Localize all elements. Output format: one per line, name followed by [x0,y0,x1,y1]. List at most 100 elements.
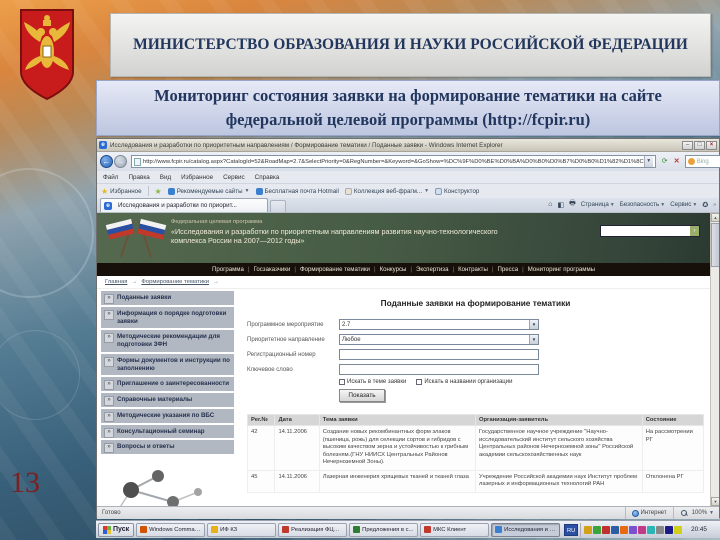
nav-konkursy[interactable]: Конкурсы [380,266,407,273]
search-placeholder[interactable]: Bing [697,159,720,165]
tray-icon[interactable] [593,526,601,534]
sidebar-item-priglashenie[interactable]: Приглашение о заинтересованности [101,377,234,391]
forward-button[interactable]: → [114,155,127,168]
checkbox-search-theme[interactable]: Искать в теме заявки [339,379,406,385]
command-safety[interactable]: Безопасность▼ [620,201,665,208]
tray-icon[interactable] [656,526,664,534]
chevron-down-icon: ▼ [424,188,429,194]
select-meropriyatie[interactable]: 2.7 ▼ [339,319,539,330]
language-indicator[interactable]: RU [564,524,578,536]
print-icon[interactable]: 🖶 [569,199,576,210]
keyword-input[interactable] [339,364,539,375]
tray-icon[interactable] [620,526,628,534]
sidebar-item-podannye-zayavki[interactable]: Поданные заявки [101,291,234,305]
sidebar-item-formy-dokumentov[interactable]: Формы документов и инструкции по заполне… [101,354,234,376]
show-button[interactable]: Показать [339,389,385,402]
new-tab-button[interactable] [270,200,286,212]
scrollbar-thumb[interactable] [711,223,719,267]
favorite-web-slices[interactable]: Коллекция веб-фрагм... ▼ [345,188,429,195]
start-button[interactable]: Пуск [98,523,134,537]
menu-favorites[interactable]: Избранное [181,174,213,181]
select-napravlenie[interactable]: Любое ▼ [339,334,539,345]
address-dropdown-arrow[interactable]: ▼ [644,156,653,167]
scroll-down-arrow[interactable]: ▼ [711,497,719,506]
favorite-hotmail[interactable]: Бесплатная почта Hotmail [256,188,339,195]
maximize-button[interactable]: □ [694,141,705,150]
taskbar-item-2[interactable]: Реализация ФЦП 4... [278,523,347,537]
tray-icon[interactable] [584,526,592,534]
nav-formirovanie-tematiki[interactable]: Формирование тематики [300,266,370,273]
checkbox-icon[interactable] [339,379,345,385]
checkbox-search-org[interactable]: Искать в названии организации [416,379,512,385]
sidebar-item-seminar[interactable]: Консультационный семинар [101,425,234,439]
address-bar[interactable]: http://www.fcpir.ru/catalog.aspx?Catalog… [131,155,656,168]
menu-edit[interactable]: Правка [128,174,149,181]
browser-title-bar[interactable]: e Исследования и разработки по приоритет… [97,139,719,152]
taskbar-item-3[interactable]: Предложения в с... [349,523,418,537]
tray-icon[interactable] [674,526,682,534]
chevron-down-icon[interactable]: ▼ [529,320,538,329]
taskbar-item-active-ie[interactable]: Исследования и р... [491,523,560,537]
tray-icon[interactable] [638,526,646,534]
add-favorite-icon[interactable]: ★ [155,187,162,196]
tray-icon[interactable] [602,526,610,534]
tab-active[interactable]: e Исследования и разработки по приорит..… [100,198,268,212]
nav-monitoring[interactable]: Мониторинг программы [528,266,595,273]
site-search-go-button[interactable]: › [690,226,699,236]
favorite-suggested-sites[interactable]: Рекомендуемые сайты ▼ [168,188,250,195]
zoom-control[interactable]: 100% ▼ [673,507,719,519]
command-bar: ⌂ ◧ 🖶 Страница▼ Безопасность▼ Сервис▼ ✪ … [548,199,716,212]
nav-ekspertiza[interactable]: Экспертиза [416,266,448,273]
tray-icon[interactable] [647,526,655,534]
bing-search-box[interactable]: Bing ▼ [685,155,720,168]
reg-number-input[interactable] [339,349,539,360]
command-tools[interactable]: Сервис▼ [670,201,697,208]
vertical-scrollbar[interactable]: ▲ ▼ [710,213,719,506]
table-row: 42 14.11.2006 Создание новых рекомбинант… [248,426,704,471]
scroll-up-arrow[interactable]: ▲ [711,213,719,222]
cell-reg: 45 [248,470,275,492]
refresh-icon[interactable]: ⟳ [659,155,671,168]
header-status: Состояние [642,415,703,426]
menu-view[interactable]: Вид [160,174,171,181]
sidebar-item-voprosy[interactable]: Вопросы и ответы [101,440,234,454]
close-button[interactable]: × [706,141,717,150]
breadcrumb-home[interactable]: Главная [105,279,127,285]
favorites-button[interactable]: ★ Избранное [101,187,142,196]
chevron-down-icon[interactable]: ▼ [529,335,538,344]
sidebar-item-metod-ukazaniya[interactable]: Методические указания по ВБС [101,409,234,423]
checkbox-icon[interactable] [416,379,422,385]
breadcrumb-tematika[interactable]: Формирование тематики [141,279,209,285]
site-search-input[interactable]: › [600,225,700,237]
sidebar-item-metod-rekomendacii[interactable]: Методические рекомендации для подготовки… [101,330,234,352]
command-page[interactable]: Страница▼ [581,201,615,208]
back-button[interactable]: ← [100,155,113,168]
browser-status-bar: Готово Интернет 100% ▼ [97,506,719,519]
favorites-bar: ★ Избранное ★ Рекомендуемые сайты ▼ Бесп… [97,183,719,198]
nav-pressa[interactable]: Пресса [497,266,518,273]
tray-icon[interactable] [665,526,673,534]
nav-kontrakty[interactable]: Контракты [458,266,488,273]
menu-file[interactable]: Файл [103,174,118,181]
chevron-more-icon[interactable]: » [713,202,716,208]
taskbar-item-0[interactable]: Windows Comman... [136,523,205,537]
menu-help[interactable]: Справка [255,174,280,181]
address-url[interactable]: http://www.fcpir.ru/catalog.aspx?Catalog… [143,159,644,165]
feeds-icon[interactable]: ◧ [558,201,565,209]
home-icon[interactable]: ⌂ [548,201,552,208]
minimize-button[interactable]: – [682,141,693,150]
sidebar-item-spravochnye[interactable]: Справочные материалы [101,393,234,407]
star-icon: ★ [101,187,108,196]
nav-goszakazchiki[interactable]: Госзаказчики [253,266,290,273]
taskbar-item-1[interactable]: ИФ КЗ [207,523,276,537]
taskbar-item-4[interactable]: МКС Клиент [420,523,489,537]
tray-icon[interactable] [629,526,637,534]
field-label-napravlenie: Приоритетное направление [247,337,339,343]
menu-tools[interactable]: Сервис [223,174,245,181]
nav-programma[interactable]: Программа [212,266,244,273]
favorite-constructor[interactable]: Конструктор [435,188,479,195]
stop-icon[interactable]: ✕ [671,155,683,168]
tray-icon[interactable] [611,526,619,534]
sidebar-item-informaciya[interactable]: Информация о порядке подготовки заявки [101,307,234,329]
help-icon[interactable]: ✪ [702,201,708,209]
